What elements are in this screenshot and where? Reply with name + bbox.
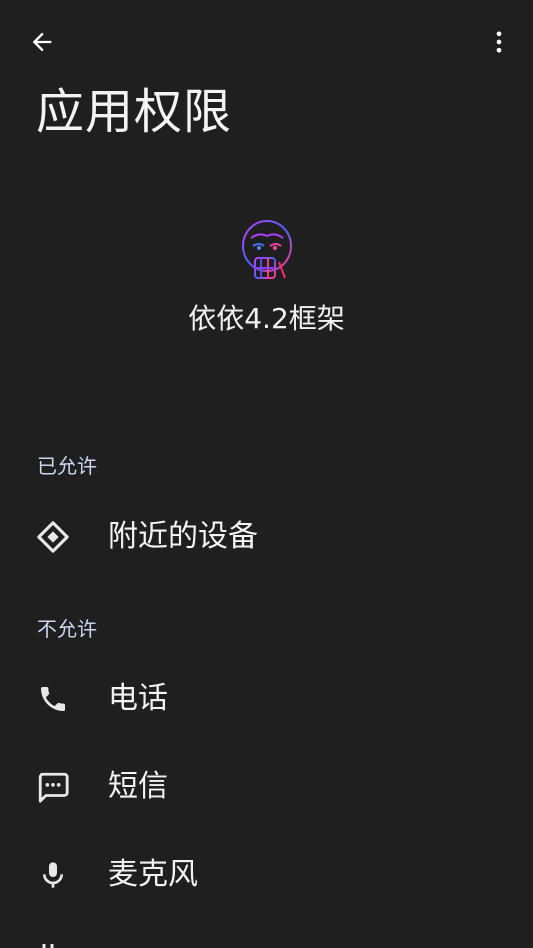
permission-item-microphone[interactable]: 麦克风 — [0, 831, 533, 919]
app-name: 依依4.2框架 — [188, 302, 345, 335]
arrow-back-icon — [32, 32, 52, 52]
top-app-bar — [0, 0, 533, 82]
more-vert-icon — [496, 31, 502, 53]
permission-label: 附近的设备 — [108, 519, 258, 554]
section-label-allowed: 已允许 — [37, 454, 97, 478]
permission-item-sms[interactable]: 短信 — [0, 743, 533, 831]
permission-label: 短信 — [108, 769, 168, 804]
sms-icon — [35, 769, 71, 805]
permission-item-nearby-devices[interactable]: 附近的设备 — [0, 493, 533, 581]
microphone-icon — [35, 857, 71, 893]
app-header: 依依4.2框架 — [0, 216, 533, 338]
back-button[interactable] — [20, 20, 64, 64]
page-title: 应用权限 — [36, 84, 233, 140]
doodle-face-app-icon — [235, 216, 299, 284]
permission-item-phone[interactable]: 电话 — [0, 655, 533, 743]
permission-label: 麦克风 — [108, 857, 198, 892]
permission-label: 电话 — [108, 681, 168, 716]
nearby-devices-icon — [35, 519, 71, 555]
phone-icon — [35, 681, 71, 717]
section-label-denied: 不允许 — [37, 617, 97, 641]
more-options-button[interactable] — [479, 20, 519, 64]
app-permissions-screen: 应用权限 依依4.2框架 已允许 附近的设备 不允许 电话 短信 麦克风 — [0, 0, 533, 948]
partial-next-item-icon — [38, 936, 68, 948]
